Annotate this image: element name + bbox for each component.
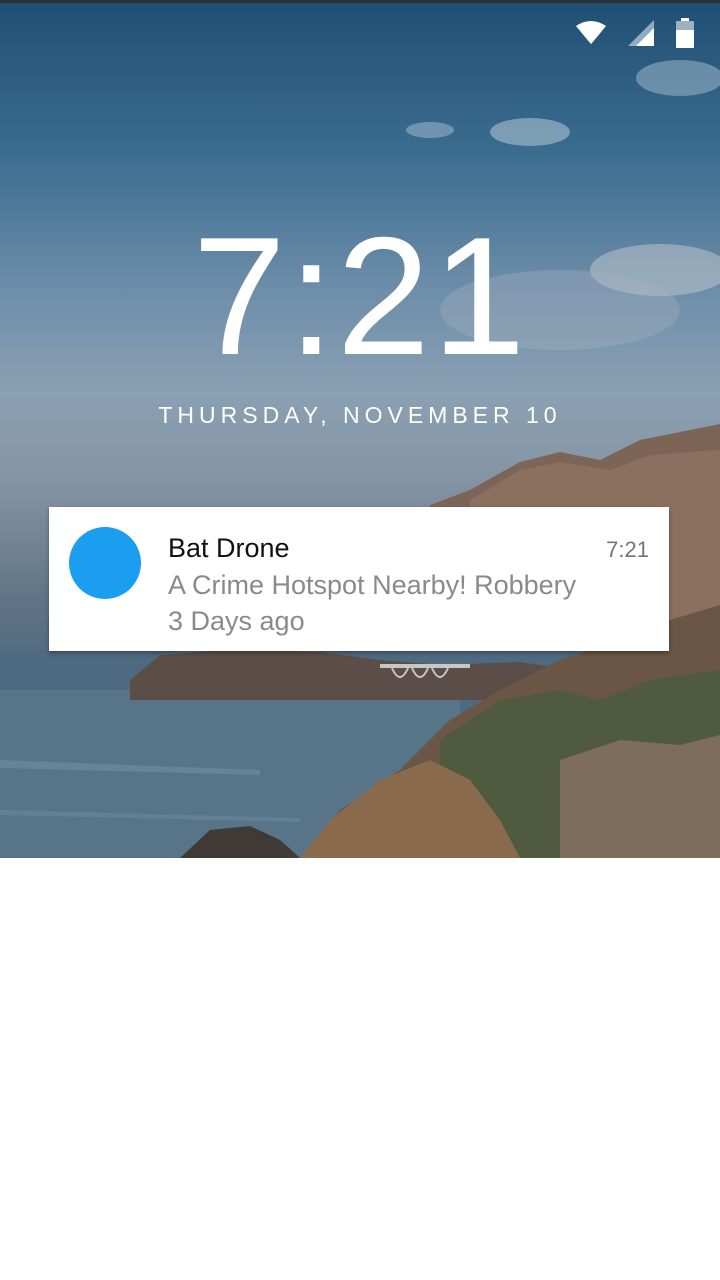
battery-icon [676, 18, 694, 48]
notification-message: A Crime Hotspot Nearby! Robbery [168, 570, 577, 600]
notification-card[interactable]: Bat Drone 7:21 A Crime Hotspot Nearby! R… [49, 507, 669, 651]
lockscreen-clock: 7:21 [192, 202, 528, 390]
lockscreen-date: THURSDAY, NOVEMBER 10 [158, 402, 562, 428]
status-bar [576, 18, 694, 48]
notification-time: 7:21 [606, 537, 649, 562]
wallpaper-landscape [0, 60, 720, 858]
lockscreen[interactable]: 7:21 THURSDAY, NOVEMBER 10 Bat Drone 7:2… [0, 0, 720, 858]
wifi-icon [576, 21, 606, 44]
notification-subtext: 3 Days ago [168, 606, 305, 636]
top-border [0, 0, 720, 3]
blank-area [0, 858, 720, 1280]
cellular-signal-icon [628, 20, 654, 46]
notification-app-name: Bat Drone [168, 533, 290, 563]
app-avatar-icon [69, 527, 141, 599]
phone-screen: 7:21 THURSDAY, NOVEMBER 10 Bat Drone 7:2… [0, 0, 720, 1280]
